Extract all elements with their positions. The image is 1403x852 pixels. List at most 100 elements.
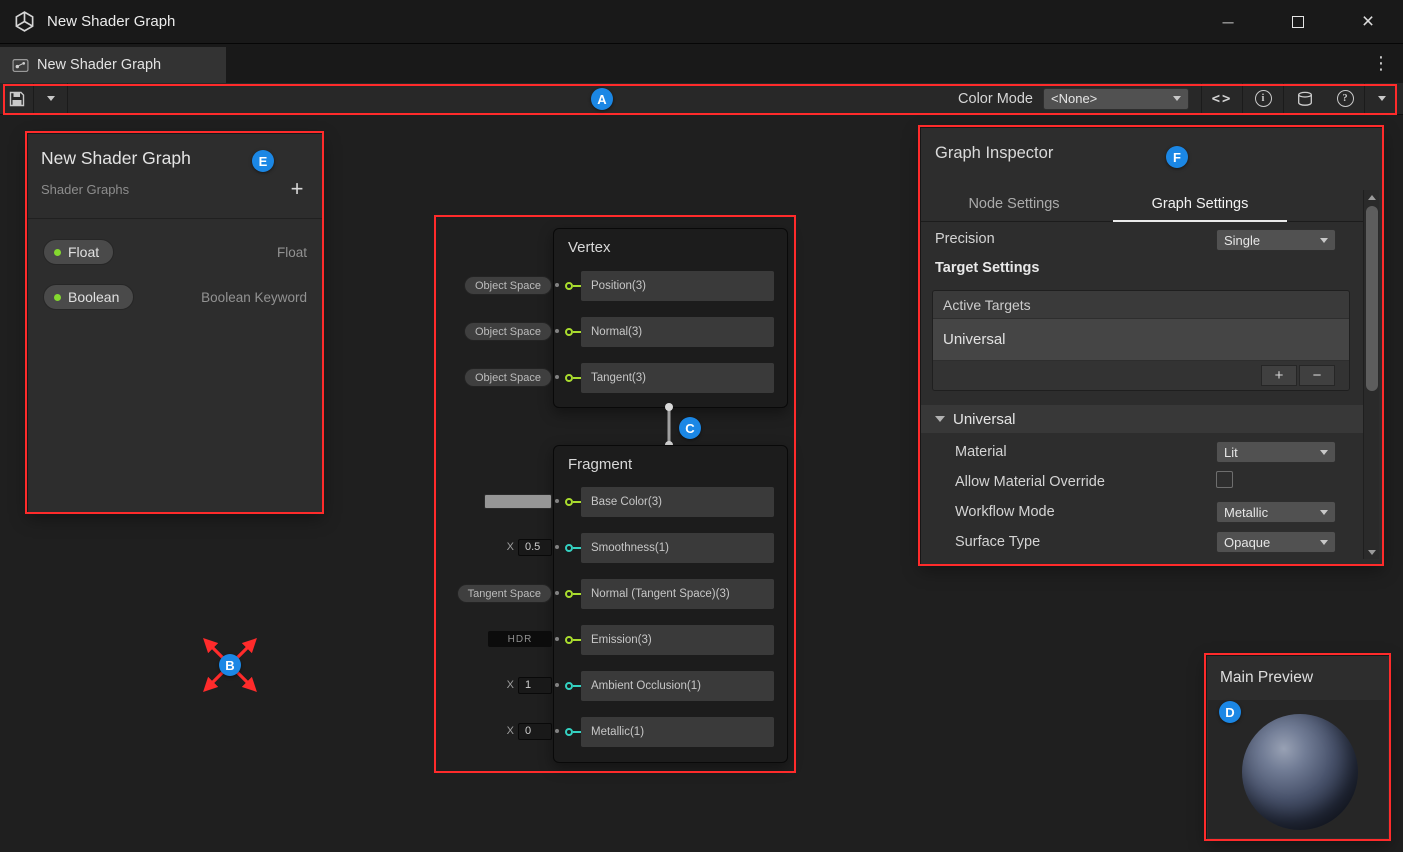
input-port-icon[interactable] bbox=[565, 374, 573, 382]
maximize-button[interactable] bbox=[1263, 0, 1333, 44]
help-icon: ? bbox=[1337, 90, 1354, 107]
emission-hdr-field[interactable]: HDR bbox=[488, 631, 552, 647]
chevron-down-icon bbox=[47, 96, 55, 101]
unity-logo-icon bbox=[12, 9, 37, 34]
fragment-node[interactable]: Fragment Base Color(3) Smoothness(1) Nor… bbox=[553, 445, 788, 763]
property-type: Float bbox=[277, 245, 307, 260]
metallic-value-field[interactable]: X 0 bbox=[507, 722, 552, 740]
scroll-up-button[interactable] bbox=[1364, 190, 1379, 204]
slot-emission[interactable]: Emission(3) bbox=[581, 625, 774, 655]
preview-sphere bbox=[1242, 714, 1358, 830]
title-bar: New Shader Graph – × bbox=[0, 0, 1403, 44]
vertex-row-position: Position(3) bbox=[565, 271, 774, 301]
main-preview-panel: Main Preview bbox=[1206, 655, 1390, 840]
color-mode-value: <None> bbox=[1051, 91, 1097, 106]
value-input[interactable]: 1 bbox=[518, 677, 552, 694]
tab-node-settings[interactable]: Node Settings bbox=[921, 186, 1107, 221]
space-dropdown-label: Tangent Space bbox=[468, 588, 541, 600]
add-target-button[interactable]: + bbox=[1261, 365, 1297, 386]
toolbar-overflow-button[interactable] bbox=[1365, 83, 1398, 114]
chevron-down-icon bbox=[1378, 96, 1386, 101]
tangent-space-dropdown[interactable]: Object Space bbox=[464, 368, 552, 387]
panel-title: Graph Inspector bbox=[935, 144, 1053, 163]
exposed-dot-icon bbox=[54, 294, 61, 301]
color-mode-dropdown[interactable]: <None> bbox=[1043, 88, 1189, 110]
divider bbox=[28, 218, 322, 219]
normal-ts-space-dropdown[interactable]: Tangent Space bbox=[457, 584, 552, 603]
targets-toolbar: + − bbox=[933, 360, 1349, 390]
add-property-button[interactable]: + bbox=[284, 176, 310, 202]
tab-new-shader-graph[interactable]: New Shader Graph bbox=[0, 47, 226, 83]
hdr-label: HDR bbox=[488, 631, 552, 647]
slot-position[interactable]: Position(3) bbox=[581, 271, 774, 301]
material-dropdown[interactable]: Lit bbox=[1216, 441, 1336, 463]
save-dropdown-button[interactable] bbox=[34, 83, 67, 114]
tab-menu-button[interactable]: ⋮ bbox=[1369, 44, 1393, 83]
normal-space-dropdown[interactable]: Object Space bbox=[464, 322, 552, 341]
vertex-node-title: Vertex bbox=[568, 239, 611, 256]
tab-graph-settings[interactable]: Graph Settings bbox=[1107, 186, 1293, 221]
input-port-icon[interactable] bbox=[565, 544, 573, 552]
slot-smoothness[interactable]: Smoothness(1) bbox=[581, 533, 774, 563]
remove-target-button[interactable]: − bbox=[1299, 365, 1335, 386]
position-space-dropdown[interactable]: Object Space bbox=[464, 276, 552, 295]
x-component-label: X bbox=[507, 541, 514, 553]
port-connector-dot bbox=[555, 329, 559, 333]
port-stem bbox=[573, 593, 581, 595]
toolbar: Color Mode <None> <> i ? bbox=[0, 83, 1403, 115]
scrollbar-thumb[interactable] bbox=[1366, 206, 1378, 391]
workflow-mode-dropdown[interactable]: Metallic bbox=[1216, 501, 1336, 523]
close-button[interactable]: × bbox=[1333, 0, 1403, 44]
surface-type-value: Opaque bbox=[1224, 535, 1270, 550]
target-item-universal[interactable]: Universal bbox=[933, 318, 1349, 360]
graph-inspector-toggle-button[interactable]: i bbox=[1243, 83, 1283, 114]
help-button[interactable]: ? bbox=[1326, 83, 1364, 114]
universal-foldout[interactable]: Universal bbox=[921, 405, 1363, 433]
property-pill-float[interactable]: Float bbox=[43, 239, 114, 265]
fragment-row-ambient-occlusion: Ambient Occlusion(1) bbox=[565, 671, 774, 701]
active-targets-list: Active Targets Universal + − bbox=[932, 290, 1350, 391]
slot-metallic[interactable]: Metallic(1) bbox=[581, 717, 774, 747]
annotation-badge-f: F bbox=[1166, 146, 1188, 168]
smoothness-value-field[interactable]: X 0.5 bbox=[507, 538, 552, 556]
property-name: Boolean bbox=[68, 289, 119, 305]
property-pill-boolean[interactable]: Boolean bbox=[43, 284, 134, 310]
port-stem bbox=[573, 731, 581, 733]
input-port-icon[interactable] bbox=[565, 328, 573, 336]
value-input[interactable]: 0 bbox=[518, 723, 552, 740]
chevron-down-icon bbox=[1173, 96, 1181, 101]
slot-base-color[interactable]: Base Color(3) bbox=[581, 487, 774, 517]
minimize-button[interactable]: – bbox=[1193, 0, 1263, 44]
slot-tangent[interactable]: Tangent(3) bbox=[581, 363, 774, 393]
property-row-float: Float Float bbox=[28, 230, 322, 274]
input-port-icon[interactable] bbox=[565, 728, 573, 736]
input-port-icon[interactable] bbox=[565, 636, 573, 644]
save-asset-button[interactable] bbox=[0, 83, 33, 114]
slot-normal-tangent-space[interactable]: Normal (Tangent Space)(3) bbox=[581, 579, 774, 609]
triangle-up-icon bbox=[1368, 195, 1376, 200]
base-color-swatch[interactable] bbox=[484, 494, 552, 509]
inspector-scrollbar[interactable] bbox=[1363, 190, 1379, 559]
annotation-badge-a: A bbox=[591, 88, 613, 110]
target-settings-label: Target Settings bbox=[935, 260, 1039, 276]
slot-label: Metallic(1) bbox=[591, 726, 644, 738]
ambient-occlusion-value-field[interactable]: X 1 bbox=[507, 676, 552, 694]
precision-dropdown[interactable]: Single bbox=[1216, 229, 1336, 251]
port-connector-dot bbox=[555, 637, 559, 641]
material-label: Material bbox=[955, 444, 1007, 460]
value-input[interactable]: 0.5 bbox=[518, 539, 552, 556]
slot-normal[interactable]: Normal(3) bbox=[581, 317, 774, 347]
active-targets-header: Active Targets bbox=[933, 291, 1349, 318]
show-generated-code-button[interactable]: <> bbox=[1202, 83, 1242, 114]
input-port-icon[interactable] bbox=[565, 498, 573, 506]
input-port-icon[interactable] bbox=[565, 282, 573, 290]
input-port-icon[interactable] bbox=[565, 682, 573, 690]
slot-ambient-occlusion[interactable]: Ambient Occlusion(1) bbox=[581, 671, 774, 701]
allow-material-override-checkbox[interactable] bbox=[1216, 471, 1233, 488]
surface-type-dropdown[interactable]: Opaque bbox=[1216, 531, 1336, 553]
main-preview-toggle-button[interactable] bbox=[1284, 83, 1326, 114]
scroll-down-button[interactable] bbox=[1364, 545, 1379, 559]
layers-icon bbox=[1297, 91, 1313, 107]
vertex-node[interactable]: Vertex Position(3) Normal(3) Tangent(3) bbox=[553, 228, 788, 408]
input-port-icon[interactable] bbox=[565, 590, 573, 598]
